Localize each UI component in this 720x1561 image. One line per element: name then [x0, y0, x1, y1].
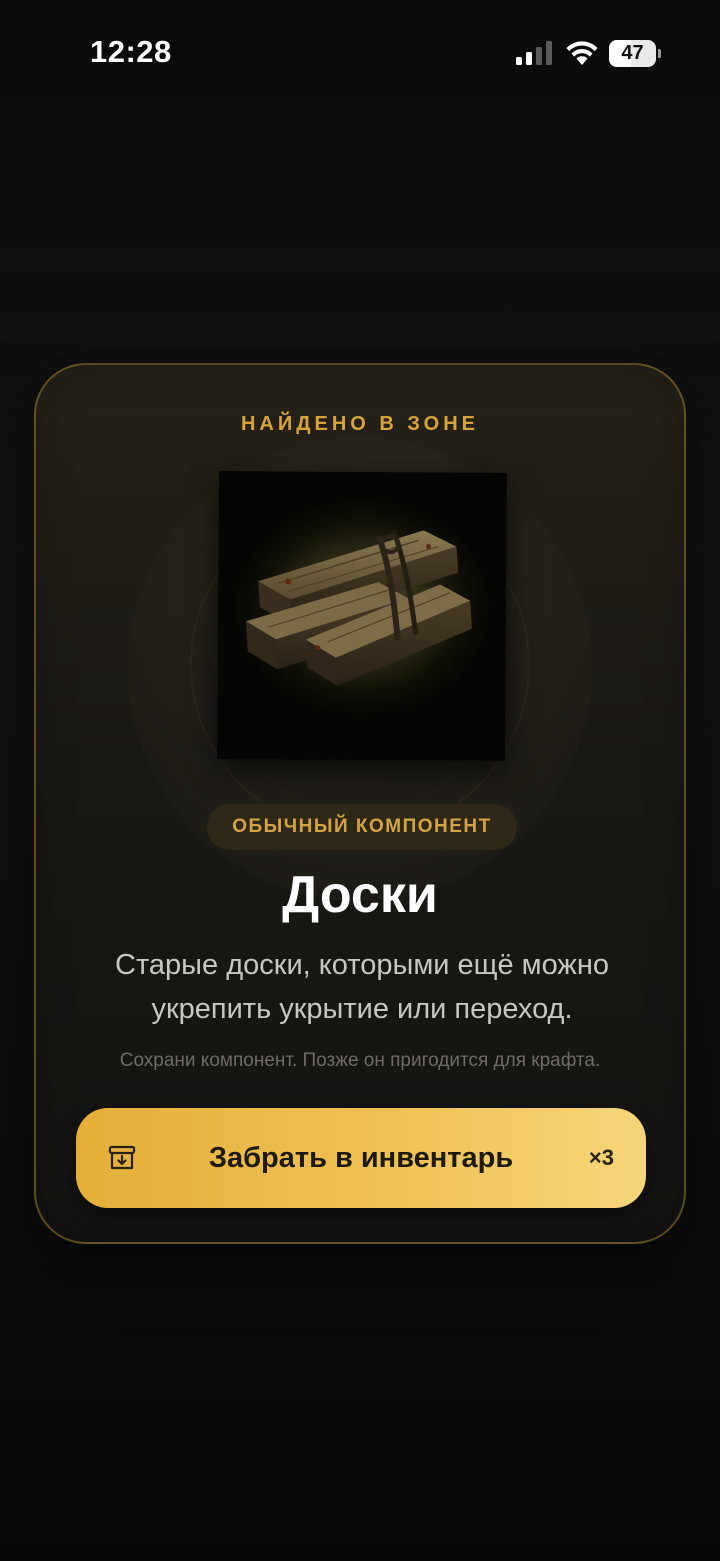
signal-icon: [516, 41, 552, 65]
wifi-icon: [566, 41, 598, 65]
status-bar: 12:28 47: [0, 0, 720, 100]
take-to-inventory-button[interactable]: Забрать в инвентарь ×3: [76, 1108, 646, 1208]
item-description: Старые доски, которыми ещё можно укрепит…: [115, 949, 609, 1025]
battery-body: 47: [609, 40, 656, 67]
status-time: 12:28: [90, 34, 172, 69]
loot-card: НАЙДЕНО В ЗОНЕ ОБЫЧНЫЙ КОМПОНЕНТ Доски С…: [34, 363, 686, 1244]
battery-tip: [658, 49, 661, 58]
screen: 12:28 47 НАЙДЕНО В ЗОНЕ ОБЫЧНЫЙ КОМПОНЕН…: [0, 0, 720, 1561]
found-in-zone-label: НАЙДЕНО В ЗОНЕ: [240, 413, 479, 435]
item-title: Доски: [282, 866, 438, 924]
take-button-label: Забрать в инвентарь: [208, 1142, 514, 1174]
battery-level: 47: [621, 42, 644, 64]
battery-indicator: 47: [609, 40, 661, 67]
wooden-planks-icon: [216, 470, 508, 762]
craft-hint: Сохрани компонент. Позже он пригодится д…: [119, 1050, 601, 1071]
take-count: ×3: [588, 1145, 614, 1170]
rarity-badge: ОБЫЧНЫЙ КОМПОНЕНТ: [207, 804, 517, 850]
